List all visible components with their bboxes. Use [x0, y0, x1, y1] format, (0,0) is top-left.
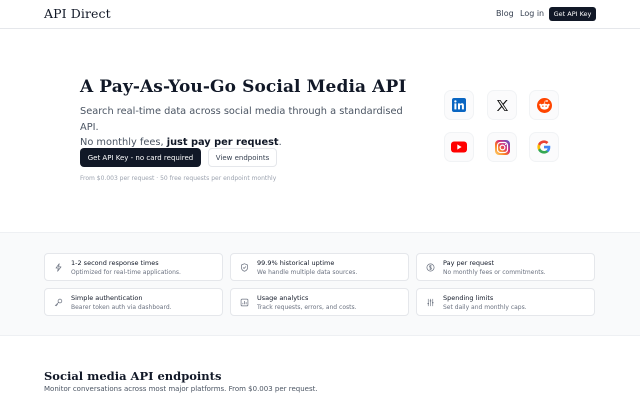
instagram-tile: [487, 132, 517, 162]
google-tile: [529, 132, 559, 162]
feature-description: Optimized for real-time applications.: [71, 268, 181, 276]
lightning-icon: [55, 263, 62, 272]
feature-card-pay-per-request: Pay per request No monthly fees or commi…: [416, 253, 595, 281]
key-icon: [54, 298, 63, 307]
feature-title: Spending limits: [443, 294, 494, 302]
feature-card-authentication: Simple authentication Bearer token auth …: [44, 288, 223, 316]
reddit-tile: [529, 90, 559, 120]
shield-icon: [241, 263, 248, 272]
feature-title: Usage analytics: [257, 294, 309, 302]
feature-card-uptime: 99.9% historical uptime We handle multip…: [230, 253, 409, 281]
instagram-icon: [494, 139, 510, 155]
hero-subtitle-period: .: [278, 137, 282, 148]
youtube-icon: [451, 141, 467, 153]
endpoints-section-title: Social media API endpoints: [44, 369, 222, 383]
youtube-tile: [444, 132, 474, 162]
feature-description: No monthly fees or commitments.: [443, 268, 546, 276]
nav-link-login[interactable]: Log in: [520, 9, 544, 18]
hero-title: A Pay-As-You-Go Social Media API: [80, 77, 407, 97]
view-endpoints-button[interactable]: View endpoints: [208, 148, 277, 167]
x-tile: [487, 90, 517, 120]
feature-description: We handle multiple data sources.: [257, 268, 358, 276]
coin-icon: [426, 263, 435, 272]
feature-card-usage-analytics: Usage analytics Track requests, errors, …: [230, 288, 409, 316]
hero-subtitle-line-1: Search real-time data across social medi…: [80, 106, 403, 133]
feature-description: Set daily and monthly caps.: [443, 303, 527, 311]
x-icon: [496, 99, 508, 111]
pricing-note: From $0.003 per request · 50 free reques…: [80, 175, 277, 182]
hero-subtitle-text: No monthly fees,: [80, 137, 167, 148]
feature-description: Track requests, errors, and costs.: [257, 303, 357, 311]
hero-subtitle-emphasis: just pay per request: [166, 137, 279, 148]
chart-icon: [240, 298, 249, 307]
nav-link-blog[interactable]: Blog: [496, 9, 514, 18]
get-api-key-button[interactable]: Get API Key - no card required: [80, 148, 201, 167]
site-logo[interactable]: API Direct: [44, 6, 111, 21]
endpoints-section-subtitle: Monitor conversations across most major …: [44, 385, 318, 393]
features-section: 1-2 second response times Optimized for …: [0, 232, 640, 336]
feature-card-spending-limits: Spending limits Set daily and monthly ca…: [416, 288, 595, 316]
feature-title: Simple authentication: [71, 294, 143, 302]
linkedin-icon: [452, 98, 466, 112]
linkedin-tile: [444, 90, 474, 120]
hero-subtitle: Search real-time data across social medi…: [80, 104, 420, 151]
feature-title: Pay per request: [443, 259, 495, 267]
feature-card-response-times: 1-2 second response times Optimized for …: [44, 253, 223, 281]
get-api-key-nav-button[interactable]: Get API Key: [549, 7, 596, 21]
google-icon: [537, 140, 551, 154]
feature-title: 99.9% historical uptime: [257, 259, 335, 267]
reddit-icon: [536, 97, 552, 113]
sliders-icon: [427, 298, 434, 307]
feature-description: Bearer token auth via dashboard.: [71, 303, 172, 311]
feature-title: 1-2 second response times: [71, 259, 159, 267]
top-navigation-bar: API Direct Blog Log in Get API Key: [0, 0, 640, 29]
